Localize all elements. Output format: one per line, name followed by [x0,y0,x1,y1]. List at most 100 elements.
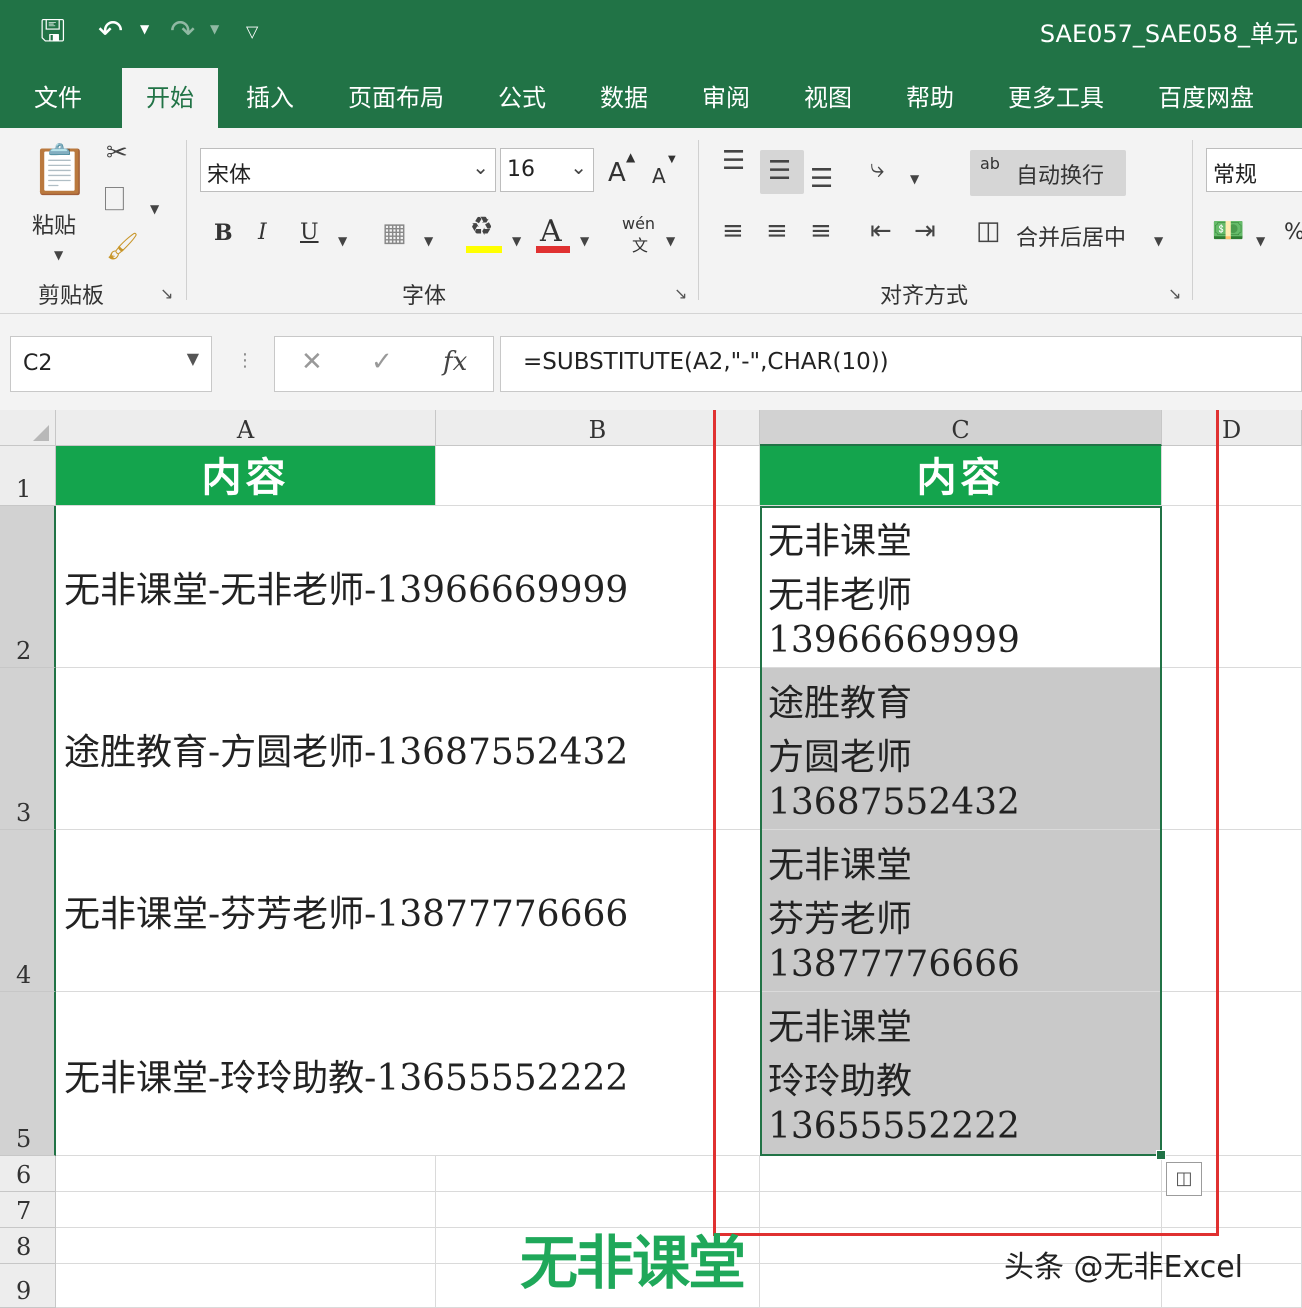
wrap-text-button[interactable]: 自动换行 [1016,158,1104,190]
row-number: 1 [16,475,32,503]
row-number: 4 [16,961,32,989]
paste-icon: 📋 [30,142,90,198]
tab-help[interactable]: 帮助 [906,78,954,113]
tab-file[interactable]: 文件 [34,78,82,113]
fill-color-icon[interactable]: ♻ [470,212,493,242]
tab-data[interactable]: 数据 [600,78,648,113]
title-bar: 🖫 ↶ ▼ ↷ ▼ ▽ SAE057_SAE058_单元 [0,0,1302,64]
redo-dropdown-icon[interactable]: ▼ [210,22,219,36]
fill-color-dropdown-icon[interactable]: ▼ [512,226,521,256]
row-header-9[interactable]: 9 [0,1264,56,1308]
font-color-dropdown-icon[interactable]: ▼ [580,226,589,256]
clipboard-group-label: 剪贴板 [38,284,105,309]
redo-icon[interactable]: ↷ [170,14,195,50]
row-header-8[interactable]: 8 [0,1228,56,1264]
orientation-dropdown-icon[interactable]: ▼ [910,164,919,194]
copy-dropdown-icon[interactable]: ▼ [150,194,159,224]
row-header-3[interactable]: 3 [0,668,56,830]
tab-formulas[interactable]: 公式 [498,78,546,113]
font-name-select[interactable]: 宋体 ⌄ [200,148,496,192]
row-header-2[interactable]: 2 [0,506,56,668]
grow-font-button[interactable]: A [608,158,626,188]
alignment-launcher-icon[interactable]: ↘ [1168,284,1181,303]
orientation-icon[interactable]: ⤷ [870,154,885,184]
italic-button[interactable]: I [258,220,267,245]
cell-a3[interactable]: 途胜教育-方圆老师-13687552432 [56,668,760,830]
row-header-7[interactable]: 7 [0,1192,56,1228]
increase-indent-icon[interactable]: ⇥ [914,216,936,246]
tab-view[interactable]: 视图 [804,78,852,113]
row-header-4[interactable]: 4 [0,830,56,992]
merge-center-icon[interactable]: ◫ [976,216,1001,246]
confirm-icon[interactable]: ✓ [371,347,393,377]
number-format-select[interactable]: 常规 [1206,148,1302,192]
cell-a9[interactable] [56,1264,436,1308]
cell-b1[interactable] [436,446,760,506]
tab-insert[interactable]: 插入 [246,78,294,113]
accounting-dropdown-icon[interactable]: ▼ [1256,226,1265,256]
customize-toolbar-icon[interactable]: ▽ [246,22,258,41]
align-middle-icon[interactable]: ☰ [768,156,791,186]
row-header-1[interactable]: 1 [0,446,56,506]
tab-baidu-netdisk[interactable]: 百度网盘 [1158,78,1254,113]
font-size-select[interactable]: 16 ⌄ [500,148,594,192]
align-top-icon[interactable]: ☰ [722,146,745,176]
name-box[interactable]: C2 ▼ [10,336,212,392]
percent-button[interactable]: % [1284,220,1302,245]
cell-b6[interactable] [436,1156,760,1192]
row-number: 3 [16,799,32,827]
font-color-swatch [536,246,570,253]
phonetic-dropdown-icon[interactable]: ▼ [666,226,675,256]
clipboard-launcher-icon[interactable]: ↘ [160,284,173,303]
tab-home[interactable]: 开始 [122,68,218,128]
row-number: 5 [16,1125,32,1153]
highlight-annotation-box [713,410,1219,1236]
undo-icon[interactable]: ↶ [98,14,123,50]
cell-a4[interactable]: 无非课堂-芬芳老师-13877776666 [56,830,760,992]
tab-review[interactable]: 审阅 [702,78,750,113]
splitter-icon[interactable]: ⋮ [236,350,254,371]
merge-dropdown-icon[interactable]: ▼ [1154,226,1163,256]
column-header-b[interactable]: B [436,410,760,446]
cell-a8[interactable] [56,1228,436,1264]
cell-a2[interactable]: 无非课堂-无非老师-13966669999 [56,506,760,668]
tab-page-layout[interactable]: 页面布局 [348,78,444,113]
cell-a5[interactable]: 无非课堂-玲玲助教-13655552222 [56,992,760,1156]
phonetic-button[interactable]: wén [622,214,655,233]
tab-more-tools[interactable]: 更多工具 [1008,78,1104,113]
borders-icon[interactable]: ▦ [382,218,407,248]
bold-button[interactable]: B [214,220,233,246]
merge-center-button[interactable]: 合并后居中 [1016,220,1126,252]
borders-dropdown-icon[interactable]: ▼ [424,226,433,256]
cut-icon[interactable]: ✂ [106,138,128,168]
formula-input[interactable]: =SUBSTITUTE(A2,"-",CHAR(10)) [500,336,1302,392]
cell-a6[interactable] [56,1156,436,1192]
row-header-6[interactable]: 6 [0,1156,56,1192]
align-left-icon[interactable]: ≡ [722,216,744,246]
underline-button[interactable]: U [300,220,319,245]
number-format-value: 常规 [1213,163,1258,188]
save-icon[interactable]: 🖫 [40,14,66,50]
select-all-button[interactable] [0,410,56,446]
align-right-icon[interactable]: ≡ [810,216,832,246]
font-color-button[interactable]: A [540,214,562,249]
shrink-font-button[interactable]: A [652,164,666,188]
decrease-indent-icon[interactable]: ⇤ [870,216,892,246]
cancel-icon[interactable]: ✕ [301,347,323,377]
font-launcher-icon[interactable]: ↘ [674,284,687,303]
underline-dropdown-icon[interactable]: ▼ [338,226,347,256]
copy-icon[interactable]: 🗌 [104,186,125,216]
cell-a1[interactable]: 内容 [56,446,436,506]
align-center-icon[interactable]: ≡ [766,216,788,246]
undo-dropdown-icon[interactable]: ▼ [140,22,149,36]
insert-function-icon[interactable]: fx [443,347,467,377]
quick-analysis-icon[interactable]: ◫ [1166,1162,1202,1196]
paste-dropdown-icon[interactable]: ▼ [54,240,63,270]
ribbon-home: 📋 粘贴 ▼ ✂ 🗌 ▼ 🖌 剪贴板 ↘ 宋体 ⌄ 16 ⌄ A ▲ A ▼ B… [0,128,1302,314]
row-header-5[interactable]: 5 [0,992,56,1156]
column-header-a[interactable]: A [56,410,436,446]
format-painter-icon[interactable]: 🖌 [106,232,139,262]
cell-a7[interactable] [56,1192,436,1228]
align-bottom-icon[interactable]: ☰ [810,164,833,194]
accounting-format-icon[interactable]: 💵 [1212,216,1244,246]
